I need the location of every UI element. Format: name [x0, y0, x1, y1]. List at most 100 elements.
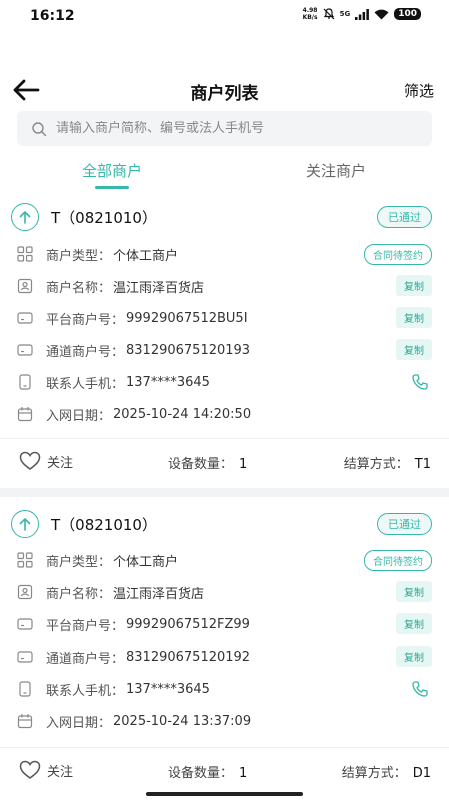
signal-icon [355, 8, 370, 20]
nav-bar: 商户列表 筛选 [0, 74, 449, 106]
channel-no-value: 831290675120192 [126, 649, 251, 665]
settlement-method: 结算方式： T1 [343, 457, 431, 472]
join-date-value: 2025-10-24 13:37:09 [113, 713, 252, 729]
join-date-row: 入网日期： 2025-10-24 14:20:50 [17, 402, 432, 426]
follow-button[interactable]: 关注 [19, 760, 73, 780]
follow-button[interactable]: 关注 [19, 451, 73, 471]
merchant-name-row: 商户名称： 温江雨泽百货店 复制 [17, 580, 432, 604]
copy-name-button[interactable]: 复制 [396, 275, 432, 296]
contact-phone-value: 137****3645 [126, 681, 210, 697]
merchant-type-value: 个体工商户 [113, 554, 179, 570]
copy-name-button[interactable]: 复制 [396, 581, 432, 602]
channel-no-label: 通道商户号： [46, 651, 125, 667]
device-count: 设备数量： 1 [168, 766, 248, 781]
card-icon [17, 618, 33, 630]
follow-label: 关注 [47, 764, 74, 780]
merchant-name-label: 商户名称： [46, 586, 112, 602]
merchant-title: T（0821010） [51, 515, 157, 534]
join-date-value: 2025-10-24 14:20:50 [113, 406, 252, 422]
merchant-type-row: 商户类型： 个体工商户 合同待签约 [17, 242, 432, 266]
tab-bar: 全部商户 关注商户 [0, 150, 449, 194]
search-input[interactable] [56, 121, 416, 136]
platform-no-label: 平台商户号： [46, 618, 125, 634]
mute-icon [323, 8, 335, 20]
merchant-card[interactable]: T（0821010） 已通过 商户类型： 个体工商户 合同待签约 商户名称： 温… [0, 202, 449, 488]
copy-platform-no-button[interactable]: 复制 [396, 613, 432, 634]
phone-call-icon[interactable] [411, 680, 429, 698]
card-divider [0, 488, 449, 497]
merchant-name-label: 商户名称： [46, 280, 112, 296]
platform-no-row: 平台商户号： 99929067512FZ99 复制 [17, 612, 432, 636]
channel-no-value: 831290675120193 [126, 342, 251, 358]
filter-button[interactable]: 筛选 [404, 80, 434, 101]
contact-phone-value: 137****3645 [126, 374, 210, 390]
join-date-row: 入网日期： 2025-10-24 13:37:09 [17, 709, 432, 733]
phone-call-icon[interactable] [411, 373, 429, 391]
settlement-value: T1 [414, 457, 431, 472]
merchant-type-label: 商户类型： [46, 248, 112, 264]
follow-label: 关注 [47, 455, 74, 471]
channel-no-label: 通道商户号： [46, 344, 125, 360]
join-date-label: 入网日期： [46, 715, 112, 731]
card-footer: 关注 设备数量： 1 结算方式： D1 [0, 747, 449, 791]
id-card-icon [17, 278, 33, 294]
card-footer: 关注 设备数量： 1 结算方式： T1 [0, 438, 449, 482]
calendar-icon [17, 714, 33, 729]
copy-channel-no-button[interactable]: 复制 [396, 339, 432, 360]
arrow-up-icon [11, 510, 39, 538]
platform-no-value: 99929067512BU5I [126, 310, 248, 326]
battery-icon: 100 [394, 8, 421, 20]
status-badge: 已通过 [377, 513, 432, 535]
card-icon [17, 312, 33, 324]
settlement-method: 结算方式： D1 [341, 766, 431, 781]
join-date-label: 入网日期： [46, 408, 112, 424]
merchant-name-value: 温江雨泽百货店 [113, 280, 205, 296]
status-badge: 已通过 [377, 206, 432, 228]
page-title: 商户列表 [190, 84, 259, 104]
home-indicator [146, 792, 303, 796]
device-count: 设备数量： 1 [168, 457, 248, 472]
mobile-phone-icon [19, 374, 31, 390]
card-header: T（0821010） [11, 509, 157, 539]
network-type: 5G [339, 10, 351, 18]
merchant-type-label: 商户类型： [46, 554, 112, 570]
arrow-up-icon [11, 203, 39, 231]
tab-all-merchants[interactable]: 全部商户 [52, 160, 172, 181]
card-icon [17, 651, 33, 663]
mobile-phone-icon [19, 681, 31, 697]
calendar-icon [17, 407, 33, 422]
status-bar: 16:12 4.98 KB/s 5G 100 [0, 0, 449, 34]
platform-no-row: 平台商户号： 99929067512BU5I 复制 [17, 306, 432, 330]
merchant-title: T（0821010） [51, 208, 157, 227]
device-count-value: 1 [239, 766, 248, 781]
merchant-type-row: 商户类型： 个体工商户 合同待签约 [17, 548, 432, 572]
settlement-value: D1 [412, 766, 431, 781]
grid-icon [17, 246, 33, 262]
tab-followed-merchants[interactable]: 关注商户 [276, 160, 396, 181]
merchant-type-value: 个体工商户 [113, 248, 179, 264]
card-header: T（0821010） [11, 202, 157, 232]
contract-status-badge: 合同待签约 [364, 244, 432, 265]
search-bar[interactable] [17, 111, 432, 146]
channel-no-row: 通道商户号： 831290675120193 复制 [17, 338, 432, 362]
merchant-name-row: 商户名称： 温江雨泽百货店 复制 [17, 274, 432, 298]
heart-icon [19, 760, 41, 779]
search-icon [32, 121, 47, 136]
device-count-value: 1 [239, 457, 248, 472]
id-card-icon [17, 584, 33, 600]
merchant-card[interactable]: T（0821010） 已通过 商户类型： 个体工商户 合同待签约 商户名称： 温… [0, 509, 449, 800]
heart-icon [19, 451, 41, 470]
net-speed: 4.98 KB/s [302, 7, 318, 21]
platform-no-label: 平台商户号： [46, 312, 125, 328]
contact-phone-label: 联系人手机： [46, 376, 125, 392]
wifi-icon [374, 9, 389, 19]
status-time: 16:12 [30, 8, 75, 24]
channel-no-row: 通道商户号： 831290675120192 复制 [17, 645, 432, 669]
contact-phone-row: 联系人手机： 137****3645 [17, 370, 432, 394]
platform-no-value: 99929067512FZ99 [126, 616, 250, 632]
copy-platform-no-button[interactable]: 复制 [396, 307, 432, 328]
contact-phone-label: 联系人手机： [46, 683, 125, 699]
merchant-name-value: 温江雨泽百货店 [113, 586, 205, 602]
copy-channel-no-button[interactable]: 复制 [396, 646, 432, 667]
contact-phone-row: 联系人手机： 137****3645 [17, 677, 432, 701]
